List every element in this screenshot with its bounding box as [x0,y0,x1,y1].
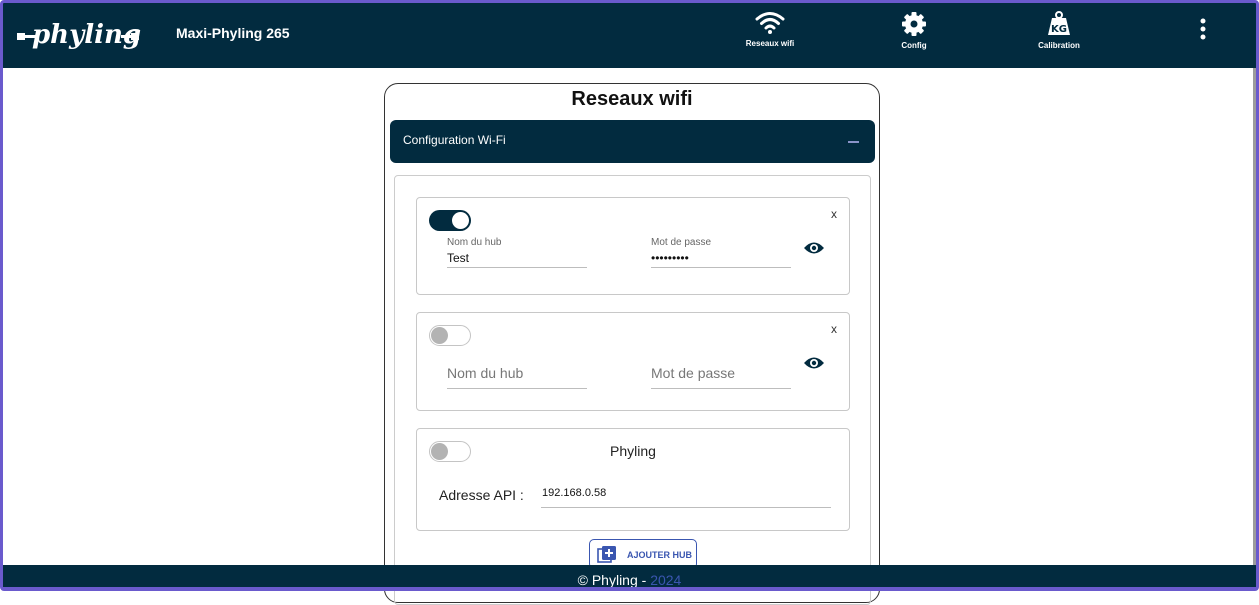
accordion-body: x Nom du hub Test Mot de passe •••••••••… [394,175,871,605]
more-vertical-icon[interactable] [1195,17,1211,43]
phyling-logo[interactable]: phyling [15,13,143,59]
accordion-title: Configuration Wi-Fi [403,133,506,147]
phyling-hub-entry: Phyling Adresse API : 192.168.0.58 [416,428,850,531]
app-title: Maxi-Phyling 265 [176,25,290,41]
footer-year: 2024 [650,572,682,588]
hub-password-label: Mot de passe [651,237,712,248]
nav-label: Calibration [1038,41,1080,50]
weight-kg-icon: KG [1048,11,1070,35]
hub-entry: x [416,312,850,411]
hub-password-value[interactable]: ••••••••• [651,251,689,265]
eye-icon[interactable] [803,355,825,371]
svg-text:phyling: phyling [32,20,141,50]
remove-hub-button[interactable]: x [831,322,837,336]
nav-config[interactable]: Config [869,11,959,50]
hub-password-input[interactable] [651,365,791,381]
top-app-bar: phyling Maxi-Phyling 265 Reseaux wifi Co… [3,3,1256,68]
nav-reseaux-wifi[interactable]: Reseaux wifi [725,11,815,48]
wifi-icon [755,12,785,34]
nav-label: Reseaux wifi [745,39,795,48]
hub-name-label: Nom du hub [447,237,502,248]
hub-password-field[interactable] [651,358,791,389]
page-title: Reseaux wifi [571,88,693,110]
nav-label: Config [901,41,927,50]
footer: © Phyling - 2024 [3,565,1256,588]
add-box-icon [597,546,616,563]
phyling-hub-name: Phyling [610,443,656,459]
hub-enable-toggle[interactable] [429,325,471,346]
api-address-label: Adresse API : [439,487,524,503]
eye-icon[interactable] [803,240,825,256]
toggle-knob [452,212,469,229]
toggle-knob [431,327,448,344]
nav-calibration[interactable]: KG Calibration [1014,11,1104,50]
footer-text: © Phyling - [577,572,651,588]
wifi-networks-card: Reseaux wifi Configuration Wi-Fi x Nom d… [384,83,880,605]
hub-name-field[interactable] [447,358,587,389]
hub-password-field[interactable]: Mot de passe ••••••••• [651,237,791,268]
scrollbar[interactable] [1253,68,1256,565]
hub-entry: x Nom du hub Test Mot de passe ••••••••• [416,197,850,295]
minus-icon[interactable] [848,141,859,143]
hub-name-input[interactable] [447,365,587,381]
window-bottom-edge [3,587,1256,588]
remove-hub-button[interactable]: x [831,207,837,221]
svg-text:KG: KG [1051,24,1067,35]
hub-enable-toggle[interactable] [429,210,471,231]
api-address-field[interactable]: 192.168.0.58 [541,483,831,508]
hub-name-value[interactable]: Test [447,251,469,265]
gear-icon [902,12,926,36]
hub-name-field[interactable]: Nom du hub Test [447,237,587,268]
accordion-header-wifi-config[interactable]: Configuration Wi-Fi [390,120,875,163]
api-address-value[interactable]: 192.168.0.58 [542,487,606,499]
add-hub-label: AJOUTER HUB [627,550,693,560]
